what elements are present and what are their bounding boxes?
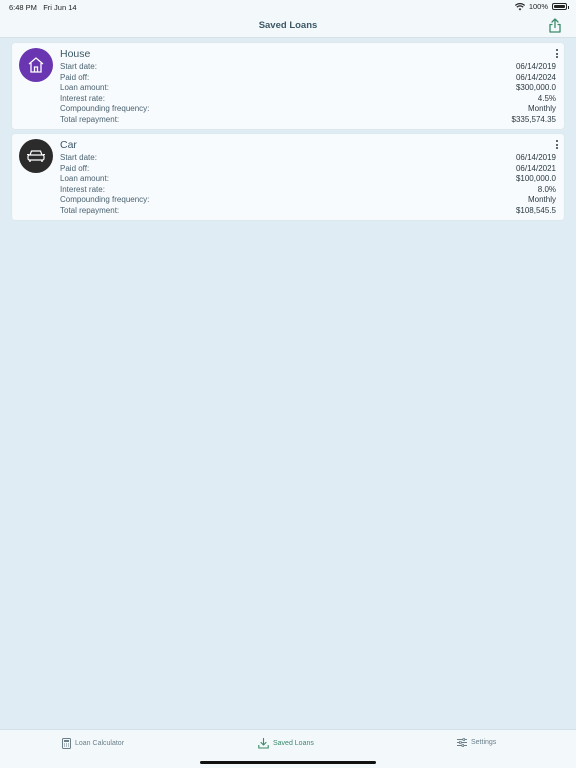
- detail-row: Interest rate: 8.0%: [60, 185, 556, 196]
- detail-value: 06/14/2019: [515, 62, 556, 71]
- loan-details: Start date: 06/14/2019 Paid off: 06/14/202…: [60, 62, 556, 126]
- loan-avatar: [19, 139, 53, 173]
- loan-details: Start date: 06/14/2019 Paid off: 06/14/202…: [60, 153, 556, 217]
- tab-label: Settings: [471, 739, 497, 746]
- status-time: 6:48 PM: [9, 3, 37, 12]
- detail-label: Total repayment:: [60, 205, 120, 215]
- detail-value: $108,545.5: [515, 205, 556, 215]
- loan-avatar: [19, 48, 53, 82]
- detail-row: Compounding frequency: Monthly: [60, 195, 556, 206]
- detail-value: $300,000.0: [515, 83, 556, 93]
- more-options-icon[interactable]: [554, 48, 560, 60]
- navigation-bar: Saved Loans: [0, 14, 576, 38]
- detail-label: Loan amount:: [60, 83, 109, 93]
- loan-card-house[interactable]: House Start date: 06/14/2019 Paid off: 06/…: [12, 43, 564, 129]
- detail-row: Paid off: 06/14/2024: [60, 73, 556, 84]
- detail-label: Paid off:: [60, 163, 90, 173]
- detail-value: 06/14/2021: [515, 163, 556, 173]
- share-icon[interactable]: [548, 18, 562, 33]
- status-date: Fri Jun 14: [43, 3, 77, 12]
- tab-label: Saved Loans: [273, 740, 314, 747]
- detail-label: Compounding frequency:: [60, 195, 150, 205]
- detail-label: Loan amount:: [60, 174, 109, 184]
- detail-value: 8.0%: [537, 184, 556, 194]
- detail-row: Loan amount: $300,000.0: [60, 83, 556, 94]
- detail-value: $335,574.35: [511, 114, 557, 124]
- home-indicator[interactable]: [200, 761, 376, 764]
- tab-label: Loan Calculator: [75, 740, 125, 747]
- detail-row: Total repayment: $108,545.5: [60, 206, 556, 217]
- detail-value: 06/14/2019: [515, 153, 556, 162]
- tab-settings[interactable]: Settings: [457, 738, 496, 747]
- loan-title: House: [60, 48, 91, 60]
- detail-row: Interest rate: 4.5%: [60, 94, 556, 105]
- saved-loans-list: House Start date: 06/14/2019 Paid off: 06/…: [12, 43, 564, 225]
- detail-label: Interest rate:: [60, 93, 105, 103]
- detail-label: Compounding frequency:: [60, 104, 150, 114]
- battery-icon: [552, 3, 569, 10]
- sliders-icon: [457, 738, 467, 747]
- detail-label: Total repayment:: [60, 114, 120, 124]
- detail-row: Loan amount: $100,000.0: [60, 174, 556, 185]
- detail-row: Paid off: 06/14/2021: [60, 164, 556, 175]
- calculator-icon: [62, 738, 71, 749]
- detail-row: Total repayment: $335,574.35: [60, 115, 556, 126]
- detail-row: Compounding frequency: Monthly: [60, 104, 556, 115]
- loan-card-car[interactable]: Car Start date: 06/14/2019 Paid off: 06/14…: [12, 134, 564, 220]
- wifi-icon: [514, 2, 525, 10]
- detail-value: 4.5%: [537, 93, 556, 103]
- download-icon: [258, 738, 269, 749]
- loan-title: Car: [60, 139, 77, 151]
- detail-value: Monthly: [527, 195, 556, 205]
- battery-percent: 100%: [528, 2, 548, 11]
- detail-row: Start date: 06/14/2019: [60, 62, 556, 73]
- detail-label: Start date:: [60, 153, 97, 162]
- detail-label: Start date:: [60, 62, 97, 71]
- detail-value: Monthly: [527, 104, 556, 114]
- detail-value: 06/14/2024: [515, 72, 556, 82]
- status-time-date: 6:48 PM Fri Jun 14: [9, 3, 77, 12]
- tab-loan-calculator[interactable]: Loan Calculator: [62, 738, 124, 749]
- detail-value: $100,000.0: [515, 174, 556, 184]
- house-icon: [28, 57, 44, 73]
- car-icon: [27, 150, 45, 162]
- more-options-icon[interactable]: [554, 139, 560, 151]
- tab-saved-loans[interactable]: Saved Loans: [258, 738, 314, 749]
- page-title: Saved Loans: [258, 20, 318, 31]
- detail-row: Start date: 06/14/2019: [60, 153, 556, 164]
- status-right: 100%: [514, 2, 569, 11]
- status-bar: 6:48 PM Fri Jun 14 100%: [0, 0, 576, 14]
- tab-bar: Loan Calculator Saved Loans Settings: [0, 729, 576, 768]
- detail-label: Paid off:: [60, 72, 90, 82]
- detail-label: Interest rate:: [60, 184, 105, 194]
